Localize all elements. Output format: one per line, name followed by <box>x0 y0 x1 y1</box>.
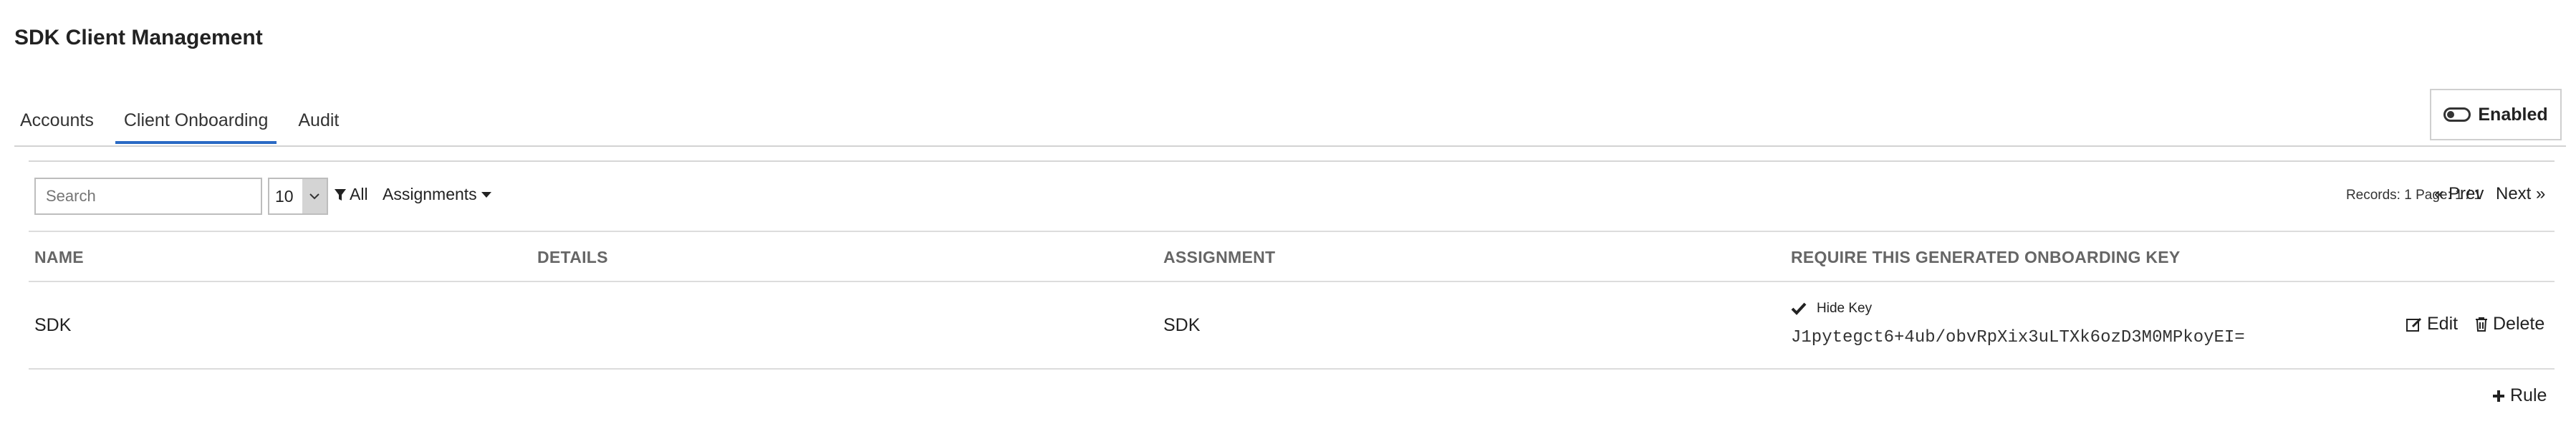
tab-bar: Accounts Client Onboarding Audit <box>11 107 360 144</box>
caret-down-icon <box>481 191 491 198</box>
enabled-label: Enabled <box>2478 104 2548 125</box>
delete-button[interactable]: Delete <box>2474 314 2544 334</box>
toggle-on-icon <box>2443 107 2471 122</box>
plus-icon <box>2491 389 2506 403</box>
delete-label: Delete <box>2493 314 2545 334</box>
header-divider <box>29 281 2555 282</box>
next-page-link[interactable]: Next » <box>2496 184 2545 204</box>
enabled-toggle-button[interactable]: Enabled <box>2430 89 2562 140</box>
hide-key-label: Hide Key <box>1817 301 1873 316</box>
check-icon <box>1791 302 1807 315</box>
tab-client-onboarding[interactable]: Client Onboarding <box>115 107 277 144</box>
onboarding-key-value: J1pytegct6+4ub/obvRpXix3uLTXk6ozD3M0MPko… <box>1791 328 2245 347</box>
add-rule-button[interactable]: Rule <box>2491 385 2547 406</box>
cell-name: SDK <box>34 315 72 335</box>
edit-icon <box>2406 317 2423 332</box>
column-header-name[interactable]: NAME <box>34 248 84 267</box>
page-title: SDK Client Management <box>14 26 263 49</box>
chevron-down-icon[interactable] <box>302 179 327 213</box>
column-header-details[interactable]: DETAILS <box>537 248 608 267</box>
filter-button[interactable]: All <box>334 185 368 204</box>
tabs-divider <box>14 145 2566 147</box>
column-header-onboarding-key[interactable]: REQUIRE THIS GENERATED ONBOARDING KEY <box>1791 248 2181 267</box>
assignments-dropdown[interactable]: Assignments <box>383 185 491 204</box>
edit-label: Edit <box>2427 314 2459 334</box>
assignments-label: Assignments <box>383 185 477 203</box>
prev-page-link[interactable]: « Prev <box>2434 184 2484 204</box>
table-top-border <box>29 231 2555 232</box>
add-rule-label: Rule <box>2510 385 2547 405</box>
page-size-select[interactable]: 10 <box>268 178 328 215</box>
filter-label: All <box>350 185 368 203</box>
filter-icon <box>334 188 347 202</box>
search-input[interactable] <box>34 178 262 215</box>
edit-button[interactable]: Edit <box>2406 314 2458 334</box>
cell-assignment: SDK <box>1163 315 1201 335</box>
hide-key-toggle[interactable]: Hide Key <box>1791 301 1872 317</box>
column-header-assignment[interactable]: ASSIGNMENT <box>1163 248 1275 267</box>
tab-audit[interactable]: Audit <box>289 107 347 144</box>
table-bottom-border <box>29 368 2555 370</box>
tab-accounts[interactable]: Accounts <box>11 107 102 144</box>
page-size-value: 10 <box>275 187 294 206</box>
trash-icon <box>2474 317 2489 332</box>
